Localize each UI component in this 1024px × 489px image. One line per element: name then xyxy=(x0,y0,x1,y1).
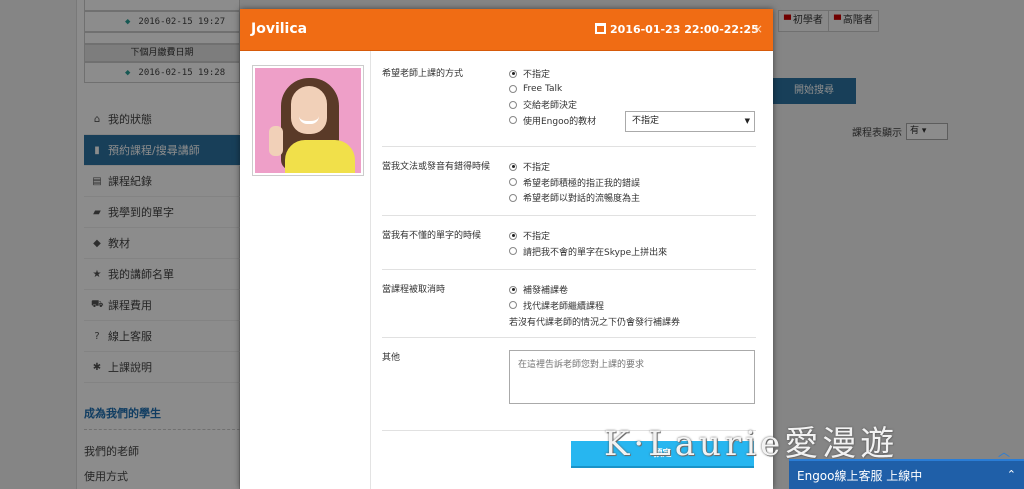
photo-thumb xyxy=(269,126,283,156)
lesson-datetime: 2016-01-23 22:00-22:25 xyxy=(595,23,759,36)
radio-selected-icon xyxy=(509,231,517,240)
radio-selected-icon xyxy=(509,285,517,294)
radio-option[interactable]: 希望老師以對話的流暢度為主 xyxy=(509,190,640,206)
radio-option[interactable]: 希望老師積極的指正我的錯誤 xyxy=(509,175,640,191)
radio-option[interactable]: 使用Engoo的教材 xyxy=(509,113,596,129)
section-label: 希望老師上課的方式 xyxy=(382,69,464,79)
radio-group: 不指定 希望老師積極的指正我的錯誤 希望老師以對話的流暢度為主 xyxy=(509,159,640,206)
divider xyxy=(382,215,756,216)
radio-option[interactable]: 不指定 xyxy=(509,159,640,175)
option-label: 希望老師積極的指正我的錯誤 xyxy=(523,178,641,189)
option-label: 希望老師以對話的流暢度為主 xyxy=(523,194,641,205)
chat-bar-label: Engoo線上客服 上線中 xyxy=(797,469,923,483)
radio-option[interactable]: 補發補課卷 xyxy=(509,282,680,298)
photo-face xyxy=(291,86,327,134)
radio-group: 不指定 請把我不會的單字在Skype上拼出來 xyxy=(509,228,667,259)
calendar-icon xyxy=(595,23,606,34)
other-requests-textarea[interactable] xyxy=(509,350,755,404)
column-divider xyxy=(370,51,371,489)
option-label: 補發補課卷 xyxy=(523,286,569,297)
option-label: Free Talk xyxy=(523,84,563,95)
radio-group: 不指定 Free Talk 交給老師決定 使用Engoo的教材 xyxy=(509,66,596,128)
other-section: 其他 xyxy=(382,350,756,410)
radio-icon xyxy=(509,193,517,202)
radio-icon xyxy=(509,301,517,310)
option-label: 交給老師決定 xyxy=(523,101,578,112)
chevron-down-icon: ▼ xyxy=(744,117,750,125)
watermark: K·Laurie愛漫遊 xyxy=(604,424,899,464)
datetime-text: 2016-01-23 22:00-22:25 xyxy=(610,23,759,36)
radio-option[interactable]: 請把我不會的單字在Skype上拼出來 xyxy=(509,244,667,260)
option-label: 不指定 xyxy=(523,163,551,174)
teacher-photo-image xyxy=(255,68,361,173)
close-icon[interactable]: × xyxy=(753,22,763,36)
section-label: 其他 xyxy=(382,353,401,363)
radio-selected-icon xyxy=(509,162,517,171)
section-label: 當我文法或發音有錯得時候 xyxy=(382,162,491,172)
radio-icon xyxy=(509,178,517,187)
correction-section: 當我文法或發音有錯得時候 不指定 希望老師積極的指正我的錯誤 希望老師以對話的流… xyxy=(382,159,756,214)
vocab-section: 當我有不懂的單字的時候 不指定 請把我不會的單字在Skype上拼出來 xyxy=(382,228,756,268)
radio-option[interactable]: 不指定 xyxy=(509,66,596,82)
chevron-up-icon[interactable]: ︿ xyxy=(998,443,1010,460)
option-label: 不指定 xyxy=(523,232,551,243)
option-label: 找代課老師繼續課程 xyxy=(523,301,605,312)
radio-option[interactable]: 交給老師決定 xyxy=(509,97,596,113)
option-label: 不指定 xyxy=(523,70,551,81)
radio-icon xyxy=(509,85,517,94)
radio-option[interactable]: 找代課老師繼續課程 xyxy=(509,298,680,314)
cancel-note: 若沒有代課老師的情況之下仍會發行補課券 xyxy=(509,318,681,328)
radio-group: 補發補課卷 找代課老師繼續課程 若沒有代課老師的情況之下仍會發行補課券 xyxy=(509,282,680,328)
material-select[interactable]: 不指定 ▼ xyxy=(625,111,755,132)
live-chat-bar[interactable]: Engoo線上客服 上線中 ⌃ xyxy=(789,459,1024,489)
divider xyxy=(382,146,756,147)
divider xyxy=(382,337,756,338)
modal-header: Jovilica 2016-01-23 22:00-22:25 × xyxy=(240,9,773,51)
teacher-name: Jovilica xyxy=(251,21,308,37)
option-label: 請把我不會的單字在Skype上拼出來 xyxy=(523,247,668,258)
radio-selected-icon xyxy=(509,69,517,78)
teacher-photo xyxy=(252,65,364,176)
method-section: 希望老師上課的方式 不指定 Free Talk 交給老師決定 使用Engoo的教… xyxy=(382,66,756,146)
option-label: 使用Engoo的教材 xyxy=(523,116,597,127)
radio-option[interactable]: Free Talk xyxy=(509,82,596,98)
section-label: 當課程被取消時 xyxy=(382,285,446,295)
cancel-section: 當課程被取消時 補發補課卷 找代課老師繼續課程 若沒有代課老師的情況之下仍會發行… xyxy=(382,282,756,337)
material-select-value: 不指定 xyxy=(632,116,660,126)
radio-icon xyxy=(509,247,517,256)
radio-option[interactable]: 不指定 xyxy=(509,228,667,244)
photo-body xyxy=(285,140,355,173)
radio-icon xyxy=(509,116,517,125)
divider xyxy=(382,269,756,270)
radio-icon xyxy=(509,100,517,109)
chevron-up-icon: ⌃ xyxy=(1006,468,1016,481)
section-label: 當我有不懂的單字的時候 xyxy=(382,231,482,241)
